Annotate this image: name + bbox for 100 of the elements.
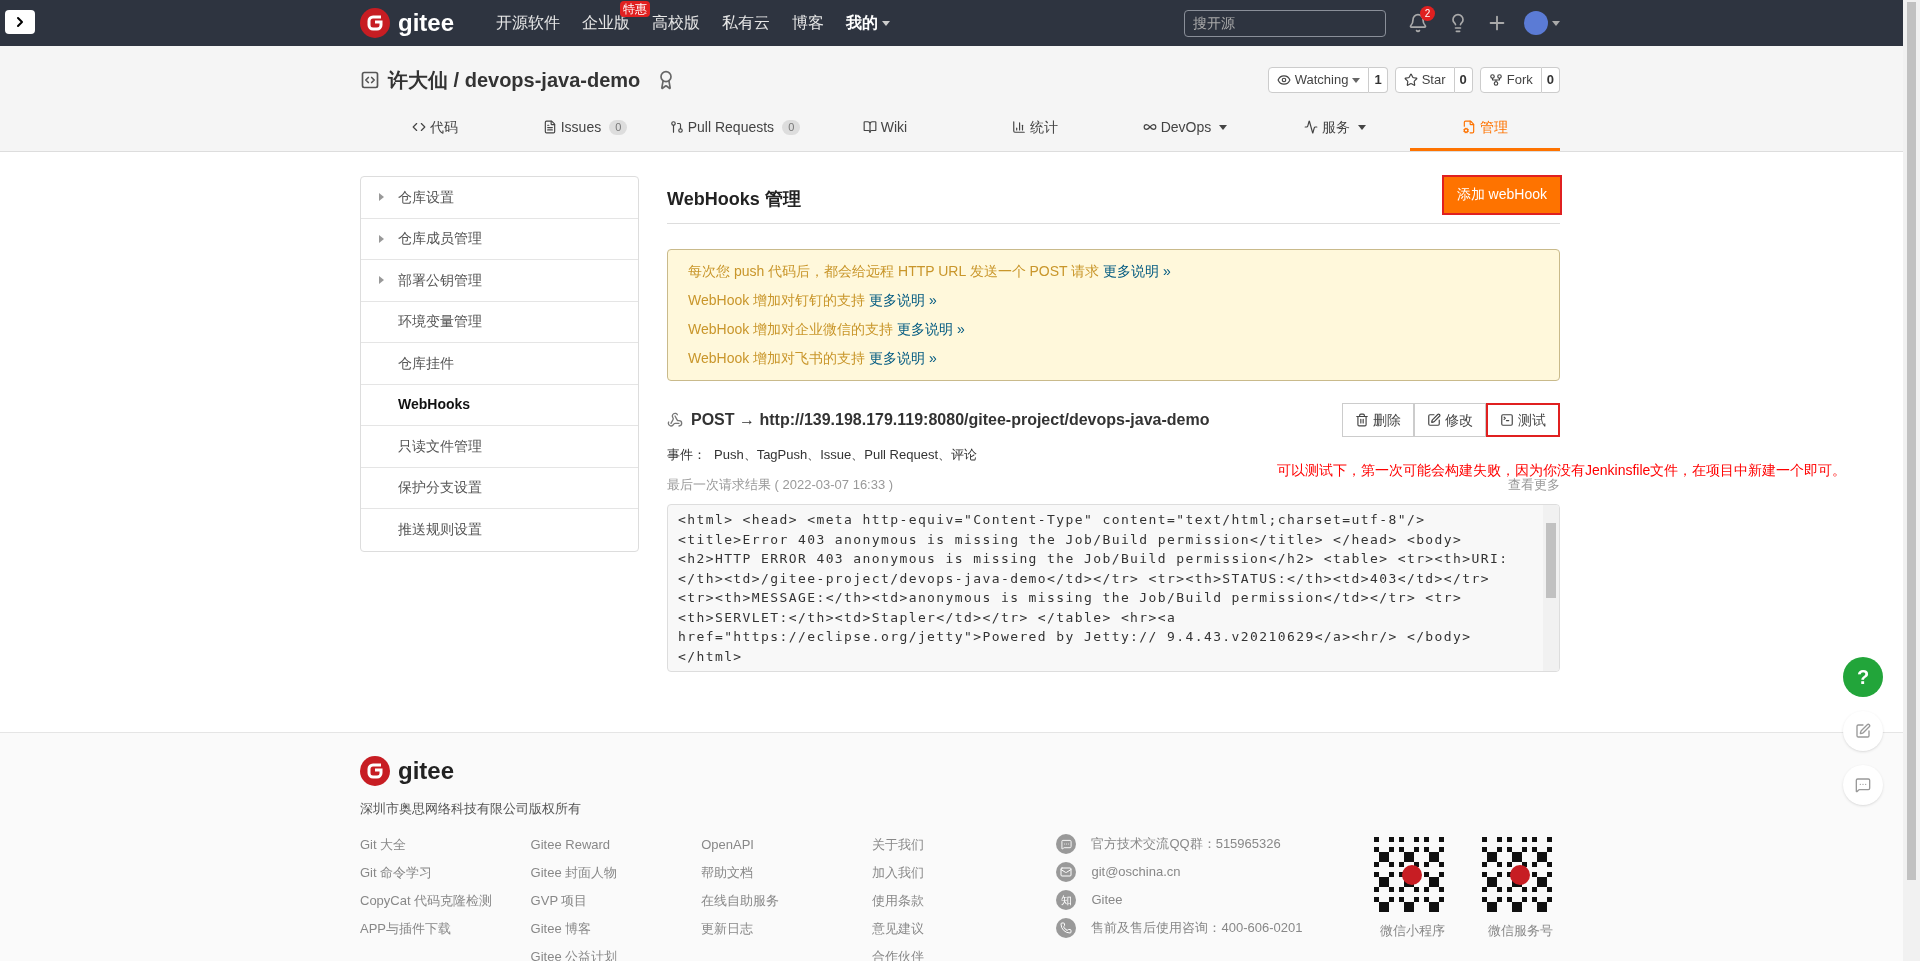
notice-text: WebHook 增加对飞书的支持 更多说明 »: [688, 349, 938, 368]
nav-link[interactable]: 开源软件: [496, 11, 560, 35]
sidebar-toggle-button[interactable]: [5, 10, 35, 34]
sidebar-item[interactable]: 只读文件管理: [361, 426, 638, 468]
eye-icon: [1276, 73, 1291, 87]
footer-link[interactable]: 意见建议: [871, 918, 1043, 938]
sidebar-item[interactable]: 仓库挂件: [361, 343, 638, 385]
test-button[interactable]: 测试: [1486, 403, 1560, 437]
service-icon: [1304, 120, 1318, 134]
terminal-icon: [1500, 413, 1514, 427]
caret-icon: [1358, 124, 1366, 130]
avatar[interactable]: [1524, 11, 1548, 35]
sidebar-item[interactable]: 仓库成员管理: [361, 218, 638, 260]
caret-icon: [1352, 77, 1361, 83]
more-info-link[interactable]: 更多说明 »: [1103, 263, 1171, 279]
nav-link[interactable]: 我的: [846, 11, 878, 35]
footer-link[interactable]: Gitee 博客: [530, 918, 702, 938]
repo-tab[interactable]: Issues 0: [510, 106, 660, 151]
logo-text: gitee: [398, 8, 454, 38]
caret-icon: [1552, 20, 1560, 26]
delete-button[interactable]: 删除: [1342, 403, 1414, 437]
footer-link[interactable]: 在线自助服务: [701, 890, 872, 910]
logo-icon: [360, 756, 390, 786]
copyright-text: 深圳市奥思网络科技有限公司版权所有: [360, 800, 582, 818]
more-info-link[interactable]: 更多说明 »: [869, 292, 937, 308]
count-label[interactable]: 0: [1541, 67, 1560, 93]
stats-icon: [1012, 120, 1026, 134]
qr-code-caption: 微信小程序: [1379, 921, 1445, 940]
scrollbar[interactable]: [1543, 505, 1559, 671]
repo-tab[interactable]: DevOps: [1110, 106, 1260, 151]
sidebar-item[interactable]: 推送规则设置: [361, 509, 638, 551]
wiki-icon: [862, 120, 877, 134]
nav-link[interactable]: 博客: [792, 11, 824, 35]
promo-badge: 特惠: [620, 1, 650, 17]
page-title: WebHooks 管理: [667, 188, 801, 211]
repo-tab[interactable]: Pull Requests 0: [660, 106, 810, 151]
response-code: <html> <head> <meta http-equiv="Content-Type" content="text/html;charset=utf-8"/> <title>Error 403 anonymous is missing the Job/Build permission</title> </head> <body><h2>HTTP ERROR 403 anonymous is missing the Job/Build permission</h2> <table> <tr><th>URI:</th><td>/gitee-project/devops-java-demo</td></tr> <tr><th>STATUS:</th><td>403</td></tr> <tr><th>MESSAGE:</th><td>anonymous is missing the Job/Build permission</td></tr> <tr><th>SERVLET:</th><td>Stapler</td></tr> </table> <hr><a href="https://eclipse.org/jetty">Powered by Jetty:// 9.4.43.v20210629</a><hr/> </body> </html>: [677, 511, 1510, 666]
footer-link[interactable]: OpenAPI: [701, 834, 872, 854]
repo-icon: [360, 70, 380, 90]
contact-text: 售前及售后使用咨询：400-606-0201: [1091, 919, 1303, 938]
footer-link[interactable]: 更新日志: [701, 918, 872, 938]
more-info-link[interactable]: 更多说明 »: [869, 350, 937, 366]
mail-icon[interactable]: [1056, 862, 1077, 882]
chat-icon: [1855, 777, 1871, 793]
edit-icon: [1855, 723, 1871, 739]
sidebar-item[interactable]: 环境变量管理: [361, 301, 638, 343]
watch-button[interactable]: Watching: [1267, 67, 1370, 93]
page-scrollbar[interactable]: [1903, 0, 1920, 961]
repo-tab[interactable]: Wiki: [810, 106, 960, 151]
footer-link[interactable]: 加入我们: [871, 862, 1043, 882]
edit-icon: [1427, 413, 1441, 427]
annotation-text: 可以测试下，第一次可能会构建失败，因为你没有Jenkinsfile文件，在项目中新建一个即可。: [1277, 461, 1847, 478]
contact-text: 官方技术交流QQ群：515965326: [1091, 835, 1281, 854]
search-field[interactable]: 搜开源: [1184, 9, 1386, 37]
footer-link[interactable]: APP与插件下载: [360, 918, 531, 938]
footer-link[interactable]: Gitee Reward: [530, 834, 702, 854]
repo-tab[interactable]: 代码: [360, 106, 510, 151]
footer-link[interactable]: CopyCat 代码克隆检测: [360, 890, 531, 910]
notice-text: 每次您 push 代码后，都会给远程 HTTP URL 发送一个 POST 请求 更多说明 »: [688, 262, 1172, 281]
more-info-link[interactable]: 更多说明 »: [897, 321, 965, 337]
count-label[interactable]: 1: [1369, 67, 1388, 93]
sidebar-item[interactable]: 部署公钥管理: [361, 260, 638, 302]
repo-tab[interactable]: 服务: [1260, 106, 1410, 151]
repo-tab[interactable]: 统计: [960, 106, 1110, 151]
sidebar-item[interactable]: 保护分支设置: [361, 467, 638, 509]
star-icon: [1403, 73, 1418, 87]
footer-link[interactable]: Git 命令学习: [360, 862, 531, 882]
count-label[interactable]: 0: [1454, 67, 1473, 93]
contact-text: git@oschina.cn: [1091, 863, 1181, 882]
events-label: 事件：: [667, 446, 706, 464]
admin-icon: [1462, 120, 1476, 134]
sidebar-item[interactable]: 仓库设置: [361, 177, 638, 219]
fork-button[interactable]: Fork: [1479, 67, 1542, 93]
trash-icon: [1355, 413, 1369, 427]
edit-button[interactable]: 修改: [1414, 403, 1486, 437]
code-icon: [412, 120, 426, 134]
repo-title[interactable]: 许大仙 / devops-java-demo: [388, 65, 641, 95]
logo-text: gitee: [398, 756, 454, 786]
notice-text: WebHook 增加对钉钉的支持 更多说明 »: [688, 291, 938, 310]
caret-icon: [1219, 124, 1228, 130]
sidebar-item[interactable]: WebHooks: [361, 384, 638, 426]
issues-icon: [542, 120, 557, 134]
feedback-button[interactable]: [1843, 711, 1883, 751]
nav-link[interactable]: 私有云: [722, 11, 770, 35]
footer-link[interactable]: Git 大全: [360, 834, 531, 854]
caret-icon: [882, 20, 890, 26]
logo-icon: [360, 8, 390, 38]
footer-link[interactable]: 使用条款: [871, 890, 1043, 910]
footer-link[interactable]: 关于我们: [871, 834, 1043, 854]
footer-link[interactable]: GVP 项目: [530, 890, 702, 910]
phone-icon[interactable]: [1056, 918, 1077, 938]
star-button[interactable]: Star: [1394, 67, 1455, 93]
fork-icon: [1488, 73, 1503, 87]
expand-icon: [379, 276, 384, 285]
footer-link[interactable]: Gitee 封面人物: [530, 862, 702, 882]
events-list: Push、TagPush、Issue、Pull Request、评论: [714, 445, 977, 465]
nav-link[interactable]: 高校版: [652, 11, 700, 35]
webhook-icon: [667, 412, 683, 428]
expand-icon: [379, 193, 384, 202]
footer-link[interactable]: 帮助文档: [701, 862, 872, 882]
